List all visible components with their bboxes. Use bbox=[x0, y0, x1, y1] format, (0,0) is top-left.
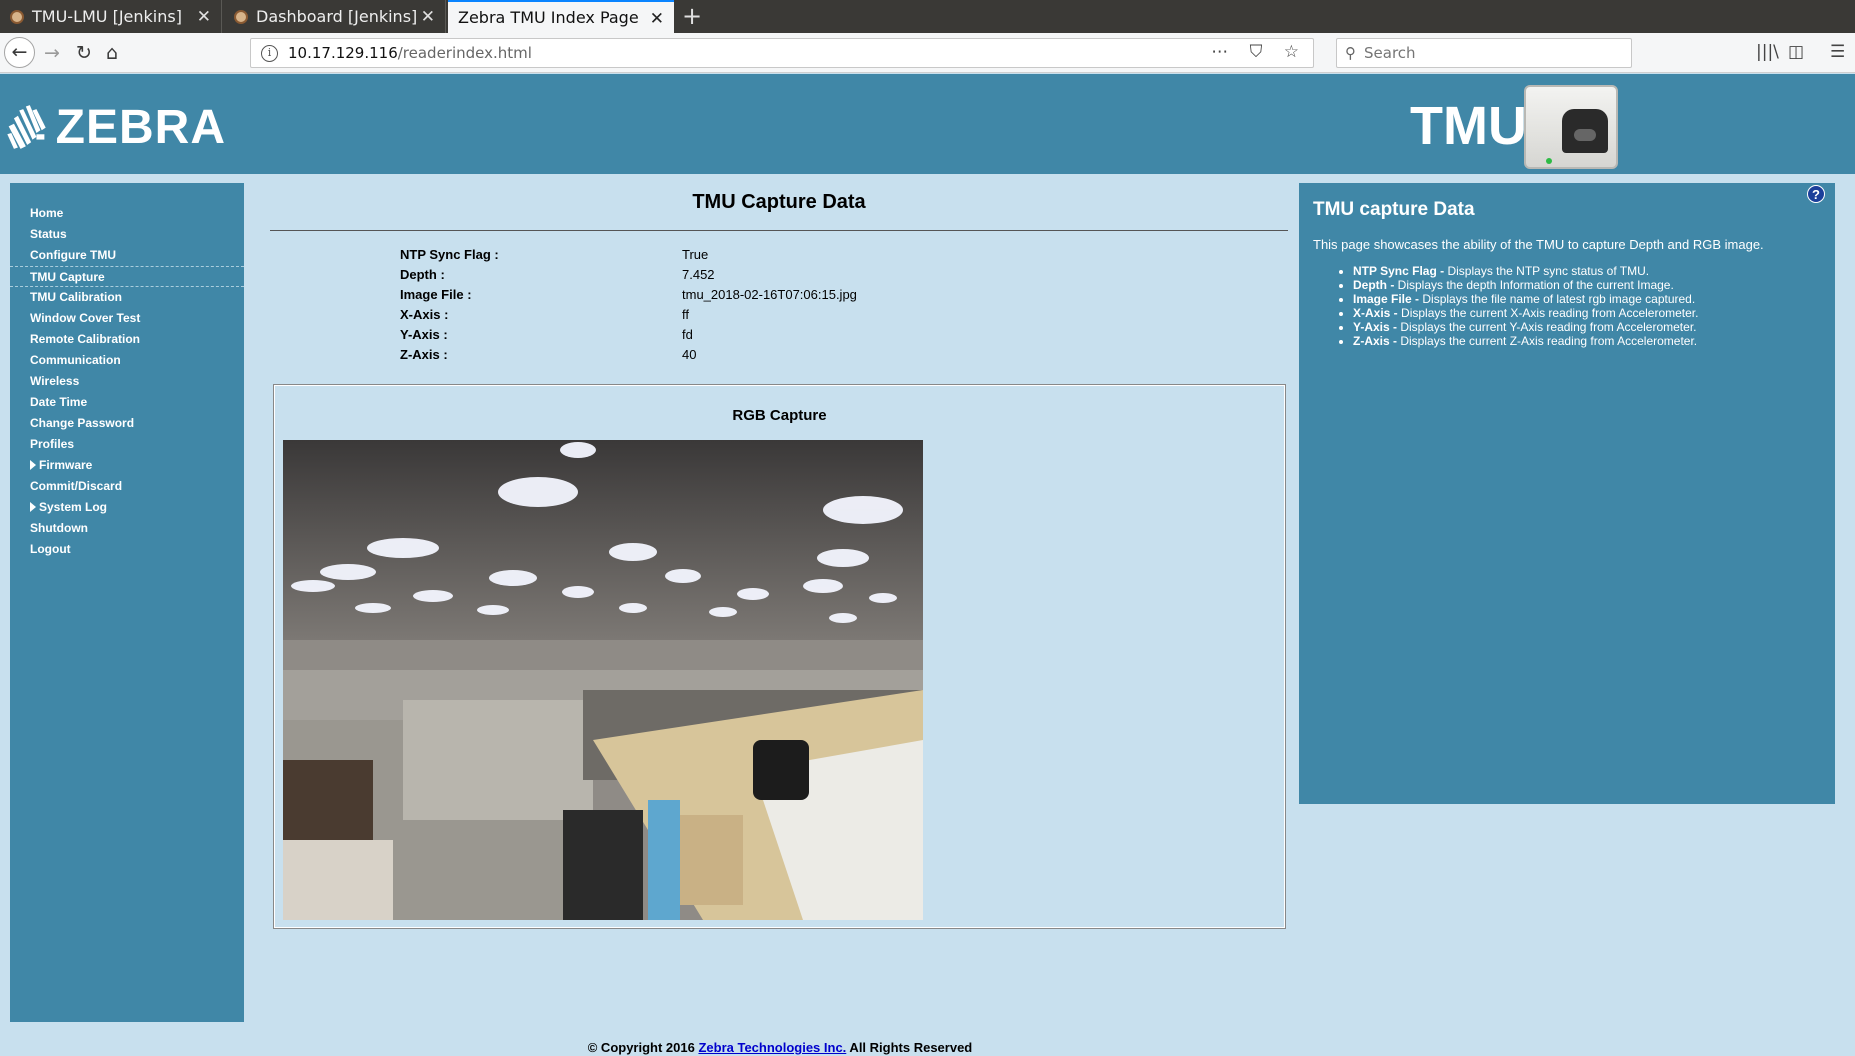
sidebar-item-status[interactable]: Status bbox=[10, 224, 244, 245]
site-info-icon[interactable]: i bbox=[261, 44, 278, 62]
sidebar-item-home[interactable]: Home bbox=[10, 203, 244, 224]
sidebar-item-communication[interactable]: Communication bbox=[10, 350, 244, 371]
help-list: NTP Sync Flag - Displays the NTP sync st… bbox=[1313, 264, 1821, 348]
back-arrow-icon[interactable]: ← bbox=[4, 37, 35, 68]
info-row-x-axis: X-Axis : ff bbox=[400, 307, 689, 322]
sidebar-item-window-cover-test[interactable]: Window Cover Test bbox=[10, 308, 244, 329]
tab-title: Zebra TMU Index Page bbox=[458, 8, 639, 27]
help-item-image-file: Image File - Displays the file name of l… bbox=[1353, 292, 1821, 306]
info-row-depth: Depth :7.452 bbox=[400, 267, 715, 282]
help-description: This page showcases the ability of the T… bbox=[1313, 237, 1764, 252]
product-title: TMU bbox=[1410, 96, 1527, 156]
jenkins-favicon-icon bbox=[10, 9, 24, 24]
close-tab-icon[interactable]: ✕ bbox=[421, 7, 435, 27]
sidebar-item-configure-tmu[interactable]: Configure TMU bbox=[10, 245, 244, 266]
reload-icon[interactable]: ↻ bbox=[76, 39, 92, 67]
expand-triangle-icon bbox=[30, 460, 36, 470]
rgb-capture-panel: RGB Capture bbox=[273, 384, 1286, 929]
sidebar-item-profiles[interactable]: Profiles bbox=[10, 434, 244, 455]
tab-title: Dashboard [Jenkins] bbox=[256, 7, 418, 26]
capture-info-table: NTP Sync Flag : True Depth :7.452 Image F… bbox=[400, 247, 857, 367]
copyright-suffix: All Rights Reserved bbox=[846, 1040, 973, 1055]
device-led bbox=[1546, 158, 1552, 164]
sidebar-item-label: System Log bbox=[39, 500, 108, 514]
search-input[interactable] bbox=[1364, 44, 1604, 62]
browser-tab-tmu-lmu[interactable]: TMU-LMU [Jenkins] ✕ bbox=[0, 0, 222, 33]
sidebar-item-system-log[interactable]: System Log bbox=[10, 497, 244, 518]
forward-arrow-icon[interactable]: → bbox=[44, 39, 60, 67]
tmu-device-image bbox=[1524, 85, 1618, 169]
expand-triangle-icon bbox=[30, 502, 36, 512]
zebra-head-icon bbox=[7, 105, 46, 149]
browser-tab-zebra-tmu[interactable]: Zebra TMU Index Page ✕ bbox=[448, 0, 674, 33]
jenkins-favicon-icon bbox=[234, 9, 248, 24]
sidebar-item-shutdown[interactable]: Shutdown bbox=[10, 518, 244, 539]
sidebar-item-remote-calibration[interactable]: Remote Calibration bbox=[10, 329, 244, 350]
help-item-depth: Depth - Displays the depth Information o… bbox=[1353, 278, 1821, 292]
new-tab-icon[interactable]: + bbox=[682, 2, 702, 30]
title-divider bbox=[270, 230, 1288, 231]
footer: © Copyright 2016 Zebra Technologies Inc.… bbox=[0, 1040, 1560, 1055]
rgb-capture-image bbox=[283, 440, 923, 920]
help-icon[interactable]: ? bbox=[1807, 185, 1825, 203]
home-icon[interactable]: ⌂ bbox=[106, 39, 118, 67]
sidebar-item-change-password[interactable]: Change Password bbox=[10, 413, 244, 434]
close-tab-icon[interactable]: ✕ bbox=[650, 9, 664, 29]
rgb-capture-title: RGB Capture bbox=[732, 407, 827, 424]
browser-tab-dashboard[interactable]: Dashboard [Jenkins] ✕ bbox=[224, 0, 446, 33]
sidebar-toggle-icon[interactable]: ◫ bbox=[1788, 42, 1804, 62]
help-item-y-axis: Y-Axis - Displays the current Y-Axis rea… bbox=[1353, 320, 1821, 334]
search-box[interactable]: ⚲ bbox=[1336, 38, 1632, 68]
device-lens bbox=[1562, 109, 1608, 153]
help-item-ntp: NTP Sync Flag - Displays the NTP sync st… bbox=[1353, 264, 1821, 278]
info-row-z-axis: Z-Axis :40 bbox=[400, 347, 697, 362]
sidebar-item-tmu-calibration[interactable]: TMU Calibration bbox=[10, 287, 244, 308]
close-tab-icon[interactable]: ✕ bbox=[197, 7, 211, 27]
address-bar[interactable]: i 10.17.129.116/readerindex.html ⋯ ⛉ ☆ bbox=[250, 38, 1314, 68]
main-content: TMU Capture Data NTP Sync Flag : True Dep… bbox=[270, 183, 1288, 362]
search-icon: ⚲ bbox=[1345, 44, 1356, 62]
tab-title: TMU-LMU [Jenkins] bbox=[32, 7, 182, 26]
hamburger-menu-icon[interactable]: ☰ bbox=[1830, 42, 1845, 62]
sidebar-item-firmware[interactable]: Firmware bbox=[10, 455, 244, 476]
help-title: TMU capture Data bbox=[1313, 199, 1475, 220]
browser-tab-bar: TMU-LMU [Jenkins] ✕ Dashboard [Jenkins] … bbox=[0, 0, 1855, 33]
info-row-y-axis: Y-Axis : fd bbox=[400, 327, 693, 342]
help-item-z-axis: Z-Axis - Displays the current Z-Axis rea… bbox=[1353, 334, 1821, 348]
url-text[interactable]: 10.17.129.116/readerindex.html bbox=[288, 44, 532, 62]
sidebar-item-label: Firmware bbox=[39, 458, 93, 472]
company-link[interactable]: Zebra Technologies Inc. bbox=[698, 1040, 846, 1055]
help-panel: ? TMU capture Data This page showcases t… bbox=[1299, 183, 1835, 804]
info-row-image-file: Image File : tmu_2018-02-16T07:06:15.jpg bbox=[400, 287, 857, 302]
sidebar-item-commit-discard[interactable]: Commit/Discard bbox=[10, 476, 244, 497]
info-row-ntp-sync: NTP Sync Flag : True bbox=[400, 247, 709, 262]
brand-name: ZEBRA bbox=[55, 100, 226, 154]
browser-nav-bar: ← → ↻ ⌂ i 10.17.129.116/readerindex.html… bbox=[0, 33, 1855, 73]
sidebar-item-wireless[interactable]: Wireless bbox=[10, 371, 244, 392]
page-title: TMU Capture Data bbox=[692, 191, 866, 213]
sidebar-nav: Home Status Configure TMU TMU Capture TM… bbox=[10, 183, 244, 1022]
copyright-prefix: © Copyright 2016 bbox=[587, 1040, 699, 1055]
zebra-logo[interactable]: ZEBRA bbox=[6, 92, 226, 162]
sidebar-item-tmu-capture[interactable]: TMU Capture bbox=[10, 266, 244, 287]
sidebar-item-logout[interactable]: Logout bbox=[10, 539, 244, 560]
page-actions-icon[interactable]: ⋯ ⛉ ☆ bbox=[1211, 42, 1307, 62]
sidebar-item-date-time[interactable]: Date Time bbox=[10, 392, 244, 413]
library-icon[interactable]: |||\ bbox=[1756, 42, 1779, 62]
office-scene-image bbox=[283, 440, 923, 920]
help-item-x-axis: X-Axis - Displays the current X-Axis rea… bbox=[1353, 306, 1821, 320]
